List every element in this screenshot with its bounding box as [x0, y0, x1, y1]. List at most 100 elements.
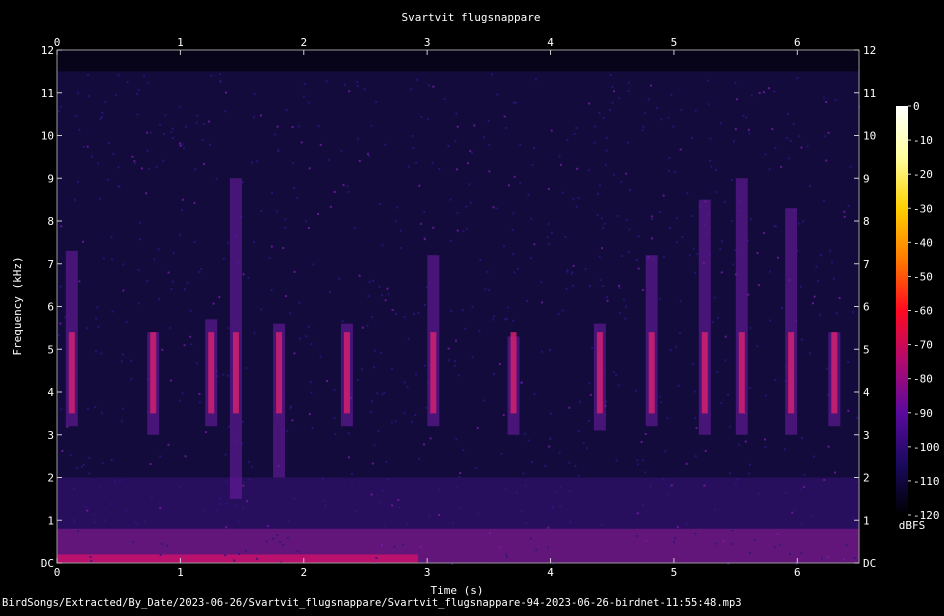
noise-speck [312, 263, 315, 266]
noise-speck [356, 84, 359, 87]
y-tick-label-left: 3 [47, 429, 54, 442]
noise-speck [75, 115, 78, 118]
noise-speck [692, 247, 695, 250]
noise-speck [423, 364, 426, 367]
noise-speck [402, 543, 405, 546]
noise-speck [317, 212, 320, 215]
noise-speck [370, 400, 373, 403]
noise-speck [428, 515, 431, 518]
noise-speck [747, 128, 750, 131]
noise-speck [522, 472, 525, 475]
noise-speck [731, 529, 734, 532]
noise-speck [424, 304, 427, 307]
y-tick-label-left: 1 [47, 514, 54, 527]
noise-speck [357, 138, 360, 141]
noise-speck [466, 227, 469, 230]
noise-speck [333, 417, 336, 420]
noise-speck [200, 268, 203, 271]
noise-speck [82, 145, 85, 148]
noise-speck [190, 343, 193, 346]
noise-speck [146, 131, 149, 134]
noise-speck [774, 546, 777, 549]
noise-speck [629, 188, 632, 191]
noise-speck [679, 148, 682, 151]
noise-speck [675, 217, 678, 220]
noise-speck [786, 112, 789, 115]
noise-speck [406, 386, 409, 389]
noise-speck [713, 508, 716, 511]
noise-speck [704, 449, 707, 452]
noise-speck [644, 432, 647, 435]
noise-speck [377, 430, 380, 433]
noise-speck [692, 363, 695, 366]
noise-speck [394, 220, 397, 223]
y-tick-label-right: 3 [863, 429, 870, 442]
noise-speck [59, 285, 62, 288]
noise-speck [274, 133, 277, 136]
noise-speck [673, 171, 676, 174]
noise-speck [432, 85, 435, 88]
noise-speck [322, 500, 325, 503]
noise-speck [137, 269, 140, 272]
noise-speck [636, 459, 639, 462]
noise-speck [293, 270, 296, 273]
noise-speck [507, 184, 510, 187]
x-tick-label-top: 5 [671, 36, 678, 49]
x-tick-label-bottom: 5 [671, 566, 678, 579]
noise-speck [843, 210, 846, 213]
noise-speck [403, 316, 406, 319]
noise-speck [618, 311, 621, 314]
noise-speck [225, 502, 228, 505]
noise-speck [367, 152, 370, 155]
noise-speck [146, 279, 149, 282]
noise-speck [183, 288, 186, 291]
noise-speck [179, 144, 182, 147]
noise-speck [394, 312, 397, 315]
noise-speck [307, 101, 310, 104]
noise-speck [525, 299, 528, 302]
noise-speck [169, 379, 172, 382]
noise-speck [685, 523, 688, 526]
x-axis-label: Time (s) [431, 584, 484, 597]
noise-speck [289, 312, 292, 315]
noise-speck [546, 236, 549, 239]
noise-speck [504, 487, 507, 490]
y-tick-label-right: 9 [863, 172, 870, 185]
noise-speck [259, 114, 262, 117]
noise-speck [627, 250, 630, 253]
noise-speck [615, 459, 618, 462]
noise-speck [758, 492, 761, 495]
noise-speck [182, 147, 185, 150]
noise-speck [489, 532, 492, 535]
noise-speck [745, 116, 748, 119]
noise-speck [138, 238, 141, 241]
noise-speck [601, 285, 604, 288]
noise-speck [202, 162, 205, 165]
noise-speck [354, 510, 357, 513]
noise-speck [456, 211, 459, 214]
noise-speck [253, 331, 256, 334]
noise-speck [524, 432, 527, 435]
noise-speck [276, 210, 279, 213]
noise-speck [579, 400, 582, 403]
noise-speck [88, 472, 91, 475]
noise-speck [73, 518, 76, 521]
noise-speck [803, 485, 806, 488]
noise-speck [679, 300, 682, 303]
noise-speck [615, 374, 618, 377]
noise-speck [265, 540, 268, 543]
noise-speck [121, 353, 124, 356]
noise-speck [636, 512, 639, 515]
noise-speck [317, 125, 320, 128]
note-core [208, 332, 215, 414]
noise-speck [396, 206, 399, 209]
noise-speck [524, 484, 527, 487]
noise-speck [122, 289, 125, 292]
noise-speck [470, 151, 473, 154]
noise-speck [756, 252, 759, 255]
colorbar-tick-label: -20 [913, 168, 933, 181]
noise-speck [714, 542, 717, 545]
noise-speck [136, 522, 139, 525]
x-tick-label-bottom: 0 [54, 566, 61, 579]
noise-speck [673, 541, 676, 544]
